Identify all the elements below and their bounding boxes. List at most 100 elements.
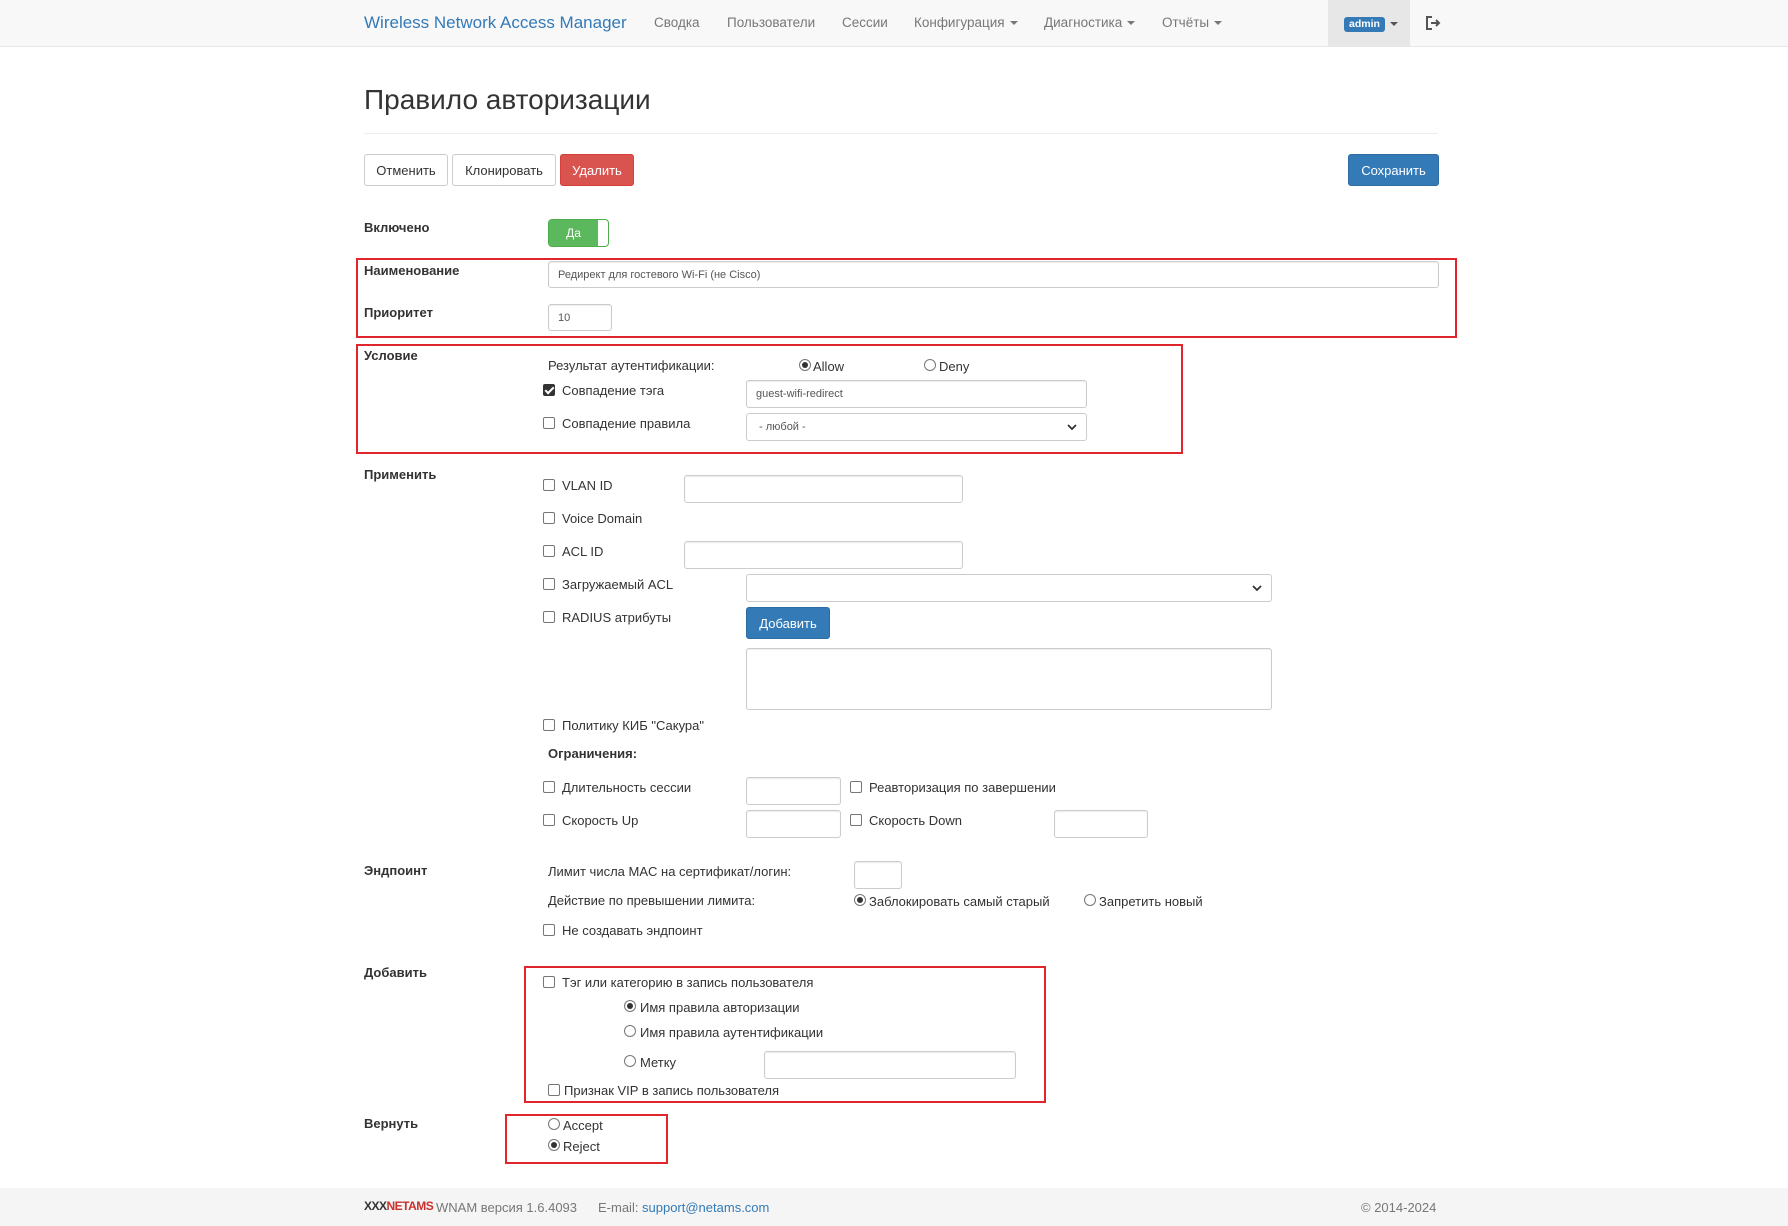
nav-summary[interactable]: Сводка: [654, 15, 700, 30]
enabled-toggle[interactable]: Да: [548, 219, 609, 247]
radius-attrs-textarea[interactable]: [746, 648, 1272, 710]
speed-up-label: Скорость Up: [562, 813, 639, 828]
divider: [364, 133, 1438, 134]
logout-icon[interactable]: [1424, 14, 1442, 32]
acl-id-label: ACL ID: [562, 544, 604, 559]
accept-label: Accept: [563, 1118, 603, 1133]
deny-label: Deny: [939, 359, 970, 374]
downloadable-acl-label: Загружаемый ACL: [562, 577, 674, 592]
caret-down-icon: [1009, 21, 1018, 26]
voice-domain-label: Voice Domain: [562, 511, 643, 526]
enabled-label: Включено: [364, 220, 430, 235]
email-label: E-mail:: [598, 1200, 639, 1215]
brand-link[interactable]: Wireless Network Access Manager: [364, 13, 627, 33]
nav-configuration-label: Конфигурация: [914, 15, 1005, 30]
downloadable-acl-checkbox[interactable]: [543, 578, 555, 590]
downloadable-acl-select[interactable]: [746, 574, 1272, 602]
rule-match-select-value: - любой -: [759, 421, 806, 433]
no-create-endpoint-checkbox[interactable]: [543, 924, 555, 936]
accept-radio[interactable]: [548, 1118, 560, 1130]
priority-input[interactable]: [548, 304, 612, 331]
nav-sessions[interactable]: Сессии: [842, 15, 888, 30]
condition-label: Условие: [364, 348, 418, 363]
name-label: Наименование: [364, 263, 460, 278]
authz-rule-name-radio[interactable]: [624, 1000, 636, 1012]
vip-label: Признак VIP в запись пользователя: [564, 1083, 780, 1098]
chevron-down-icon: [1252, 585, 1262, 592]
delete-button[interactable]: Удалить: [560, 154, 634, 186]
nav-users[interactable]: Пользователи: [727, 15, 815, 30]
mac-limit-input[interactable]: [854, 861, 902, 889]
no-create-endpoint-label: Не создавать эндпоинт: [562, 923, 703, 938]
speed-down-checkbox[interactable]: [850, 814, 862, 826]
rule-match-select[interactable]: - любой -: [746, 413, 1087, 441]
clone-button[interactable]: Клонировать: [452, 154, 556, 186]
save-button[interactable]: Сохранить: [1348, 154, 1439, 186]
reauth-checkbox[interactable]: [850, 781, 862, 793]
tag-match-input[interactable]: [746, 380, 1087, 408]
email-link-anchor[interactable]: support@netams.com: [642, 1200, 769, 1215]
allow-radio[interactable]: [799, 359, 811, 371]
tag-category-label: Тэг или категорию в запись пользователя: [562, 975, 814, 990]
deny-new-radio[interactable]: [1084, 894, 1096, 906]
tag-match-checkbox[interactable]: [543, 384, 555, 396]
session-duration-input[interactable]: [746, 777, 841, 805]
add-label: Добавить: [364, 965, 427, 980]
tag-category-checkbox[interactable]: [543, 976, 555, 988]
speed-down-input[interactable]: [1054, 810, 1148, 838]
enabled-toggle-on: Да: [549, 220, 598, 246]
netams-logo-text: NETAMS: [386, 1199, 434, 1213]
user-menu[interactable]: admin: [1328, 0, 1410, 47]
reauth-label: Реавторизация по завершении: [869, 780, 1056, 795]
apply-label: Применить: [364, 467, 437, 482]
session-duration-checkbox[interactable]: [543, 781, 555, 793]
cancel-button[interactable]: Отменить: [364, 154, 448, 186]
speed-down-label: Скорость Down: [869, 813, 962, 828]
radius-attrs-checkbox[interactable]: [543, 611, 555, 623]
rule-match-label: Совпадение правила: [562, 416, 691, 431]
rule-match-checkbox[interactable]: [543, 417, 555, 429]
authn-rule-name-label: Имя правила аутентификации: [640, 1025, 824, 1040]
vip-checkbox[interactable]: [548, 1084, 560, 1096]
caret-down-icon: [1214, 21, 1223, 26]
acl-id-checkbox[interactable]: [543, 545, 555, 557]
footer: XXXNETAMS WNAM версия 1.6.4093 E-mail: s…: [0, 1188, 1788, 1226]
vlan-id-checkbox[interactable]: [543, 479, 555, 491]
acl-id-input[interactable]: [684, 541, 963, 569]
authz-rule-name-label: Имя правила авторизации: [640, 1000, 800, 1015]
voice-domain-checkbox[interactable]: [543, 512, 555, 524]
speed-up-checkbox[interactable]: [543, 814, 555, 826]
name-input[interactable]: [548, 261, 1439, 288]
nav-diagnostics[interactable]: Диагностика: [1044, 15, 1136, 30]
vlan-id-input[interactable]: [684, 475, 963, 503]
kib-policy-label: Политику КИБ "Сакура": [562, 718, 704, 733]
speed-up-input[interactable]: [746, 810, 841, 838]
nav-reports[interactable]: Отчёты: [1162, 15, 1223, 30]
exceed-action-label: Действие по превышении лимита:: [548, 893, 756, 908]
mark-input[interactable]: [764, 1051, 1016, 1079]
chevron-down-icon: [1067, 424, 1077, 431]
kib-policy-checkbox[interactable]: [543, 719, 555, 731]
deny-radio[interactable]: [924, 359, 936, 371]
nav-reports-label: Отчёты: [1162, 15, 1210, 30]
block-oldest-radio[interactable]: [854, 894, 866, 906]
nav-configuration[interactable]: Конфигурация: [914, 15, 1018, 30]
tag-match-label: Совпадение тэга: [562, 383, 665, 398]
user-badge: admin: [1344, 17, 1385, 32]
priority-label: Приоритет: [364, 305, 433, 320]
vlan-id-label: VLAN ID: [562, 478, 613, 493]
page-title: Правило авторизации: [364, 84, 651, 115]
add-radius-button[interactable]: Добавить: [746, 607, 830, 639]
block-oldest-label: Заблокировать самый старый: [869, 894, 1050, 909]
endpoint-label: Эндпоинт: [364, 863, 428, 878]
caret-down-icon: [1390, 22, 1398, 26]
email-link[interactable]: support@netams.com: [642, 1200, 769, 1215]
reject-radio[interactable]: [548, 1139, 560, 1151]
navbar: Wireless Network Access Manager Сводка П…: [0, 0, 1788, 47]
authn-rule-name-radio[interactable]: [624, 1025, 636, 1037]
netams-logo: XXXNETAMS: [364, 1199, 434, 1213]
reject-label: Reject: [563, 1139, 600, 1154]
session-duration-label: Длительность сессии: [562, 780, 692, 795]
auth-result-label: Результат аутентификации:: [548, 358, 715, 373]
mark-radio[interactable]: [624, 1055, 636, 1067]
